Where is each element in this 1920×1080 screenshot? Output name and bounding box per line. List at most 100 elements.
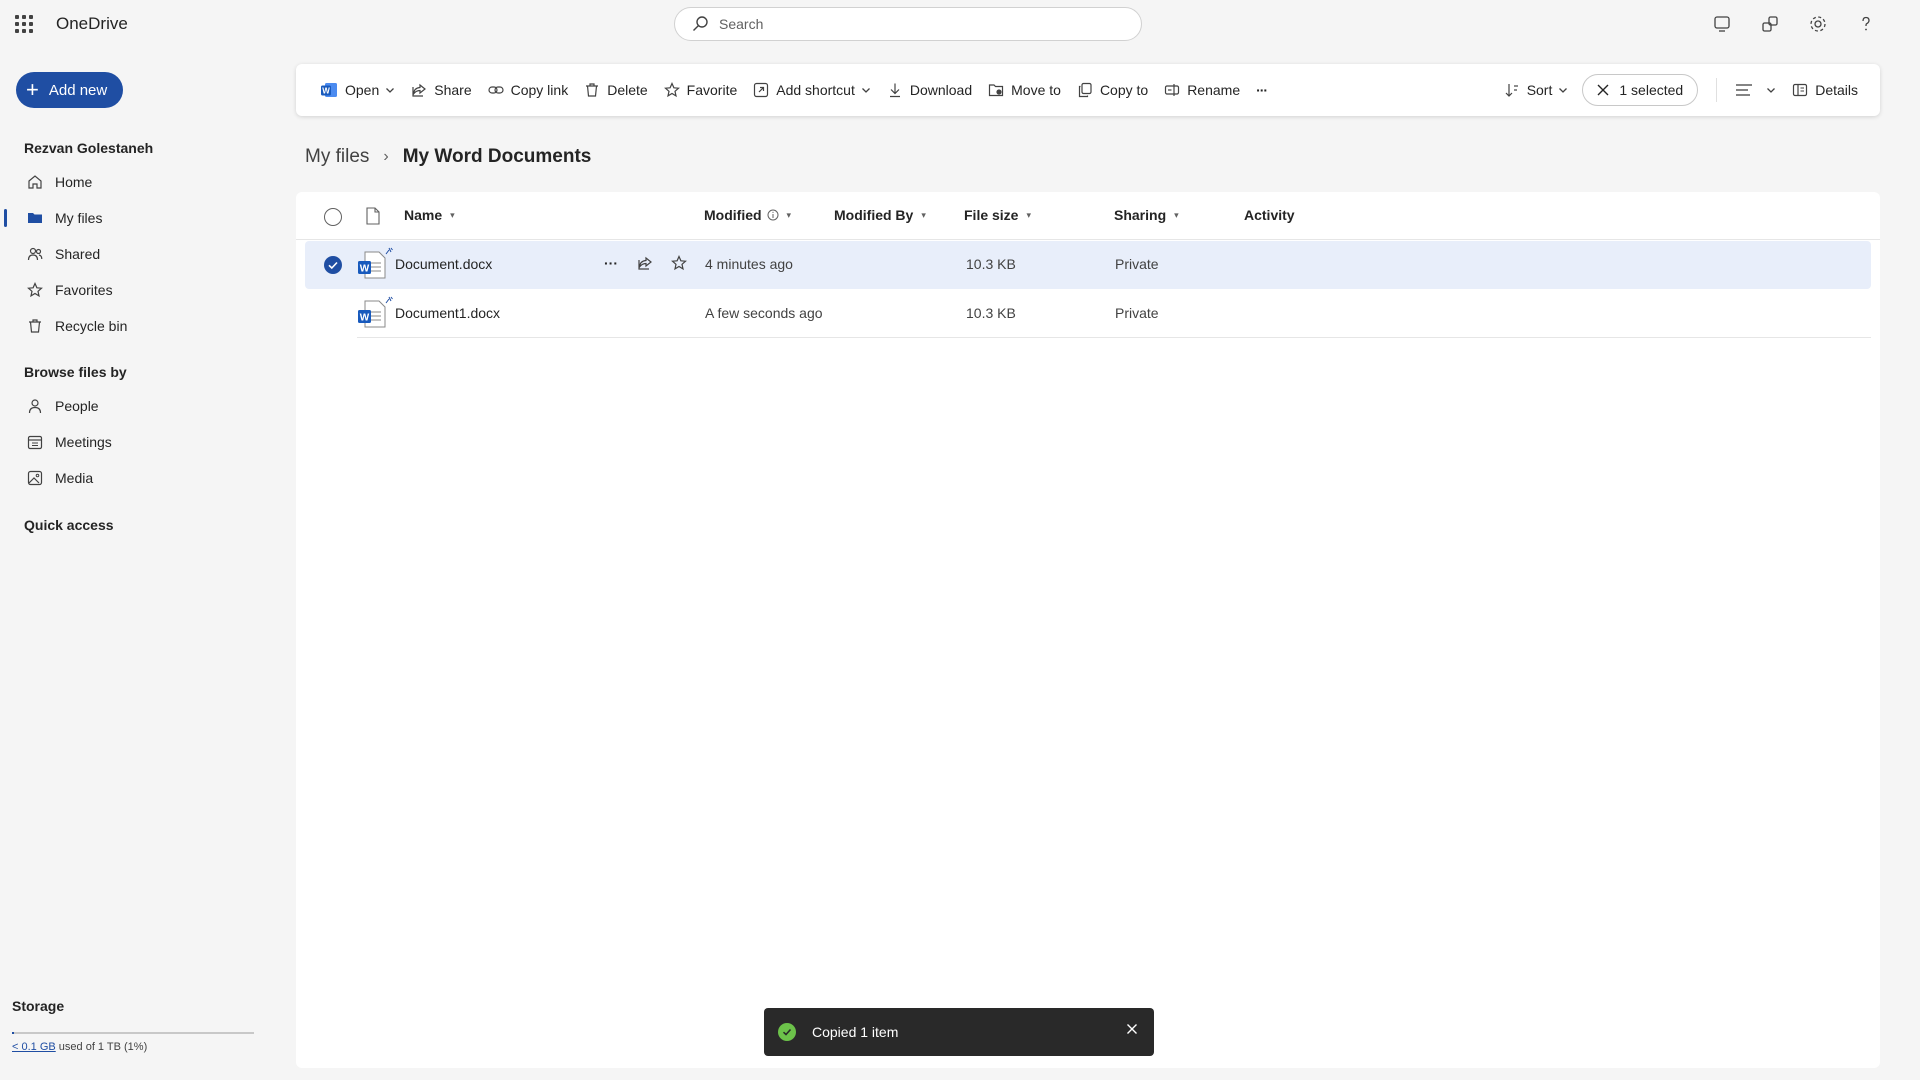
- favorite-button[interactable]: Favorite: [656, 74, 746, 106]
- sort-label: Sort: [1526, 82, 1553, 98]
- clear-selection-button[interactable]: 1 selected: [1582, 74, 1699, 106]
- more-icon: ···: [1256, 82, 1268, 98]
- table-row[interactable]: W Document.docx ··· 4 minutes ago 10.3 K…: [305, 241, 1871, 289]
- sidebar-item-meetings[interactable]: Meetings: [0, 425, 270, 459]
- sidebar-item-shared[interactable]: Shared: [0, 237, 270, 271]
- breadcrumb-my-files[interactable]: My files: [305, 146, 369, 168]
- star-icon: [27, 282, 43, 298]
- star-icon: [663, 82, 680, 98]
- column-header-name[interactable]: Name ▾: [404, 207, 455, 223]
- sort-button[interactable]: Sort: [1496, 74, 1577, 106]
- delete-button[interactable]: Delete: [576, 74, 655, 106]
- copy-to-button[interactable]: Copy to: [1069, 74, 1156, 106]
- more-options-icon[interactable]: ···: [601, 253, 621, 273]
- column-header-sharing[interactable]: Sharing ▾: [1114, 207, 1179, 223]
- my-day-icon[interactable]: [1708, 10, 1736, 38]
- app-title[interactable]: OneDrive: [56, 14, 128, 34]
- app-launcher-icon[interactable]: [12, 12, 36, 36]
- view-options-button[interactable]: [1727, 74, 1784, 106]
- open-label: Open: [345, 82, 380, 98]
- add-shortcut-label: Add shortcut: [776, 82, 855, 98]
- quick-access-heading[interactable]: Quick access: [24, 517, 114, 533]
- sort-caret-icon: ▾: [1174, 209, 1179, 220]
- chevron-down-icon: [861, 88, 870, 93]
- delete-label: Delete: [607, 82, 648, 98]
- share-button[interactable]: Share: [403, 74, 479, 106]
- info-icon[interactable]: [767, 209, 779, 221]
- file-type-icon[interactable]: [366, 207, 380, 225]
- select-all-checkbox[interactable]: [324, 208, 342, 226]
- table-row[interactable]: W Document1.docx A few seconds ago 10.3 …: [305, 290, 1871, 338]
- column-label: File size: [964, 207, 1019, 223]
- add-new-button[interactable]: + Add new: [16, 72, 123, 108]
- search-box[interactable]: [674, 7, 1142, 41]
- copy-to-label: Copy to: [1099, 82, 1149, 98]
- search-input[interactable]: [719, 16, 1099, 32]
- column-label: Activity: [1244, 207, 1295, 223]
- rename-label: Rename: [1187, 82, 1241, 98]
- row-checkbox-checked[interactable]: [324, 256, 342, 274]
- sidebar-item-label: My files: [55, 210, 103, 226]
- column-header-modified-by[interactable]: Modified By ▾: [834, 207, 926, 223]
- word-app-icon: W: [321, 83, 337, 97]
- sidebar-item-label: Recycle bin: [55, 318, 128, 334]
- column-header-activity[interactable]: Activity: [1244, 207, 1295, 223]
- settings-gear-icon[interactable]: [1804, 10, 1832, 38]
- move-to-label: Move to: [1011, 82, 1061, 98]
- sidebar-item-home[interactable]: Home: [0, 165, 270, 199]
- details-label: Details: [1815, 82, 1858, 98]
- link-icon: [488, 86, 504, 94]
- open-button[interactable]: W Open: [312, 74, 403, 106]
- checkmark-icon: [328, 261, 338, 270]
- storage-progress-bar: [12, 1032, 254, 1034]
- file-list: Name ▾ Modified ▾ Modified By ▾ File size ▾…: [296, 192, 1880, 1068]
- sort-caret-icon: ▾: [921, 209, 926, 220]
- sort-caret-icon: ▾: [1026, 209, 1031, 220]
- trash-icon: [586, 83, 599, 97]
- move-to-button[interactable]: Move to: [980, 74, 1069, 106]
- favorite-star-icon[interactable]: [669, 253, 689, 273]
- sidebar-item-my-files[interactable]: My files: [0, 201, 270, 235]
- move-folder-icon: [989, 84, 1004, 97]
- column-header-modified[interactable]: Modified ▾: [704, 207, 791, 223]
- add-shortcut-button[interactable]: Add shortcut: [745, 74, 879, 106]
- rename-button[interactable]: Rename: [1156, 74, 1248, 106]
- chevron-down-icon: [386, 88, 395, 93]
- sidebar-item-favorites[interactable]: Favorites: [0, 273, 270, 307]
- column-header-file-size[interactable]: File size ▾: [964, 207, 1031, 223]
- rename-icon: [1165, 84, 1180, 96]
- close-icon[interactable]: [1126, 1023, 1138, 1035]
- svg-text:W: W: [360, 264, 370, 275]
- download-icon: [889, 83, 900, 98]
- details-pane-icon: [1793, 83, 1808, 97]
- share-icon[interactable]: [635, 253, 655, 273]
- help-icon[interactable]: [1852, 10, 1880, 38]
- file-name[interactable]: Document1.docx: [395, 305, 500, 321]
- chevron-down-icon: [1767, 88, 1776, 93]
- sharing-status[interactable]: Private: [1115, 305, 1159, 321]
- sidebar-item-label: Shared: [55, 246, 101, 262]
- download-button[interactable]: Download: [879, 74, 980, 106]
- file-name[interactable]: Document.docx: [395, 256, 492, 272]
- sidebar-item-media[interactable]: Media: [0, 461, 270, 495]
- breadcrumb: My files › My Word Documents: [305, 146, 591, 168]
- column-label: Sharing: [1114, 207, 1167, 223]
- folder-icon: [28, 213, 42, 223]
- favorite-label: Favorite: [686, 82, 738, 98]
- storage-usage: < 0.1 GB used of 1 TB (1%): [12, 1041, 147, 1053]
- sidebar-item-recycle-bin[interactable]: Recycle bin: [0, 309, 270, 343]
- modified-date: 4 minutes ago: [705, 256, 793, 272]
- details-button[interactable]: Details: [1784, 74, 1866, 106]
- trash-icon: [29, 319, 41, 333]
- sharing-status[interactable]: Private: [1115, 256, 1159, 272]
- sort-caret-icon: ▾: [450, 209, 455, 220]
- sidebar-item-people[interactable]: People: [0, 389, 270, 423]
- share-feedback-icon[interactable]: [1756, 10, 1784, 38]
- more-actions-button[interactable]: ···: [1248, 74, 1275, 106]
- shortcut-icon: [754, 82, 769, 98]
- list-view-icon: [1736, 84, 1753, 96]
- storage-used-link[interactable]: < 0.1 GB: [12, 1041, 56, 1053]
- copy-link-button[interactable]: Copy link: [480, 74, 577, 106]
- selected-count: 1 selected: [1619, 82, 1684, 98]
- copy-link-label: Copy link: [510, 82, 569, 98]
